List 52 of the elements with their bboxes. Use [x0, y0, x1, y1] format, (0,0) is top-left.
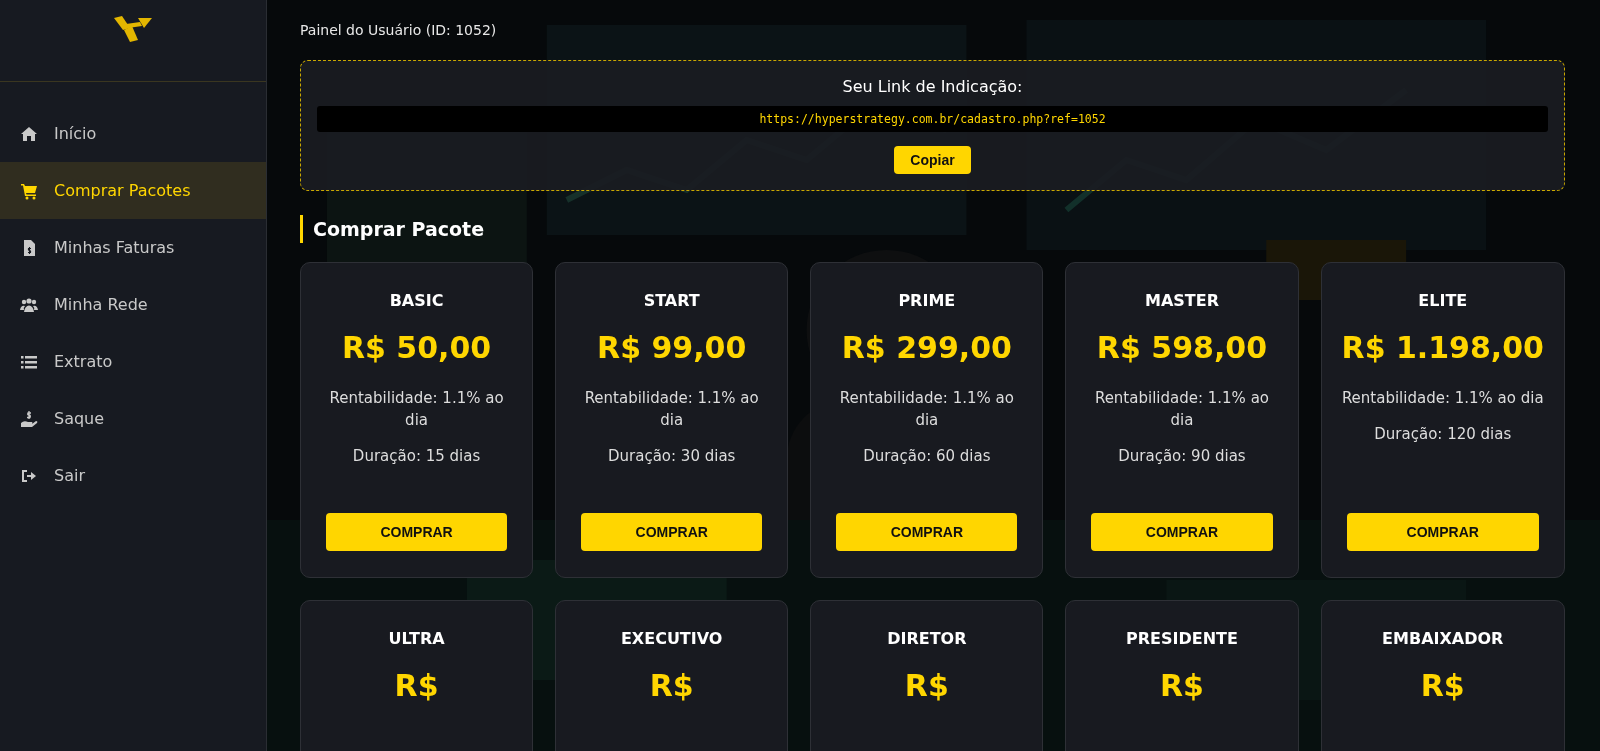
sidebar-item[interactable]: Sair: [0, 447, 266, 504]
cart-icon: [20, 181, 38, 200]
buy-button[interactable]: COMPRAR: [581, 513, 763, 551]
sidebar-item[interactable]: Extrato: [0, 333, 266, 390]
package-price: R$: [649, 668, 694, 703]
home-icon: [20, 124, 38, 143]
package-price: R$ 299,00: [841, 330, 1012, 365]
buy-button[interactable]: COMPRAR: [1346, 513, 1539, 551]
hand-coin-icon: [20, 409, 38, 428]
sidebar-item[interactable]: Saque: [0, 390, 266, 447]
buy-button[interactable]: COMPRAR: [836, 513, 1018, 551]
package-yield: Rentabilidade: 1.1% ao dia: [328, 388, 505, 431]
package-name: START: [643, 291, 700, 310]
package-name: DIRETOR: [887, 629, 967, 648]
package-name: EMBAIXADOR: [1382, 629, 1504, 648]
package-price: R$ 50,00: [341, 330, 492, 365]
package-name: EXECUTIVO: [620, 629, 723, 648]
logo-icon: [112, 14, 154, 44]
package-name: PRIME: [898, 291, 956, 310]
buy-button[interactable]: COMPRAR: [1091, 513, 1273, 551]
package-price: R$: [904, 668, 949, 703]
sidebar-item[interactable]: Minha Rede: [0, 276, 266, 333]
section-heading: Comprar Pacote: [300, 215, 1565, 243]
package-yield: Rentabilidade: 1.1% ao dia: [1093, 388, 1270, 431]
package-duration: Duração: 15 dias: [352, 447, 481, 465]
package-name: ULTRA: [388, 629, 445, 648]
package-yield: Rentabilidade: 1.1% ao dia: [583, 388, 760, 431]
package-price: R$: [394, 668, 439, 703]
referral-link-field[interactable]: https://hyperstrategy.com.br/cadastro.php?ref=1052: [317, 106, 1548, 132]
package-name: PRESIDENTE: [1126, 629, 1238, 648]
buy-button[interactable]: COMPRAR: [326, 513, 508, 551]
package-name: ELITE: [1418, 291, 1468, 310]
referral-title: Seu Link de Indicação:: [842, 77, 1023, 96]
package-price: R$ 99,00: [597, 330, 747, 365]
package-price: R$: [1159, 668, 1204, 703]
package-duration: Duração: 90 dias: [1118, 447, 1246, 465]
package-price: R$ 598,00: [1096, 330, 1268, 365]
package-name: MASTER: [1144, 291, 1219, 310]
package-price: R$: [1420, 668, 1465, 703]
package-price: R$ 1.198,00: [1341, 330, 1544, 365]
sidebar-item[interactable]: Minhas Faturas: [0, 219, 266, 276]
package-duration: Duração: 60 dias: [863, 447, 991, 465]
package-duration: Duração: 120 dias: [1374, 425, 1512, 443]
copy-button[interactable]: Copiar: [894, 146, 971, 174]
sidebar-item[interactable]: Comprar Pacotes: [0, 162, 266, 219]
page-title: Painel do Usuário (ID: 1052): [300, 22, 498, 38]
package-name: BASIC: [389, 291, 444, 310]
people-icon: [20, 295, 38, 314]
package-duration: Duração: 30 dias: [608, 447, 736, 465]
package-yield: Rentabilidade: 1.1% ao dia: [1341, 388, 1544, 409]
sidebar-item[interactable]: Início: [0, 105, 266, 162]
package-yield: Rentabilidade: 1.1% ao dia: [838, 388, 1015, 431]
